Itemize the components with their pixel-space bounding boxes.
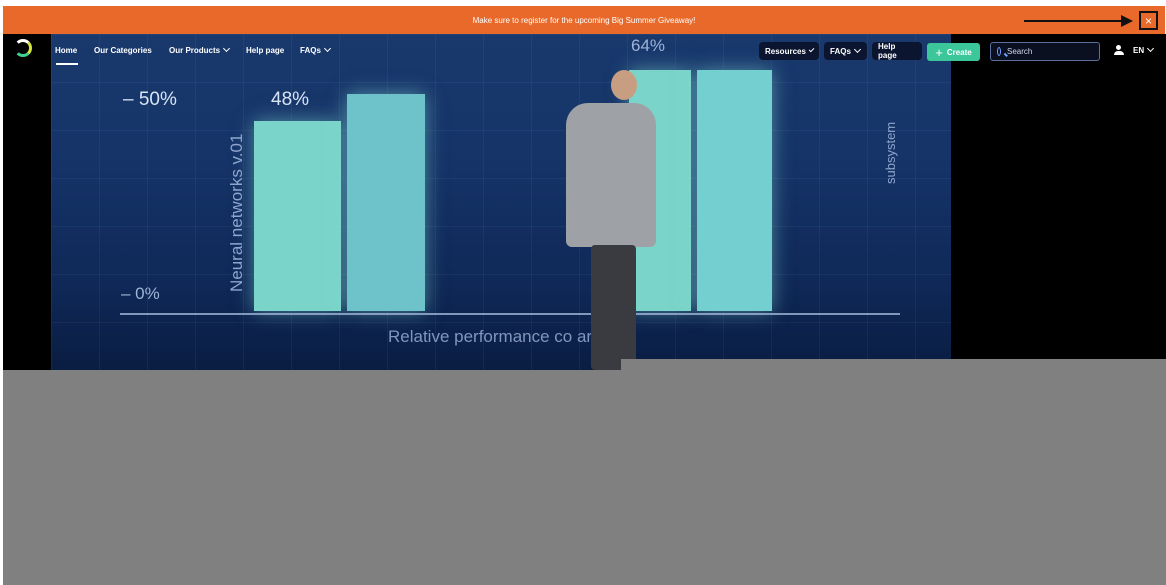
chevron-down-icon [323,44,331,53]
screen-bar [347,94,425,311]
screen-caption: Relative performance co aris [388,327,605,346]
presenter-legs [591,245,636,370]
screen-vertical-label-left: Neural networks v.01 [227,133,246,292]
top-navigation: Home Our Categories Our Products Help pa… [3,36,1166,70]
nav-item-faqs[interactable]: FAQs [300,44,331,55]
nav-item-our-products[interactable]: Our Products [169,44,231,55]
active-nav-underline [56,63,78,65]
chevron-down-icon [853,45,861,53]
nav-item-help-page-right[interactable]: Help page [872,42,922,60]
hero-background-image [51,34,951,370]
search-icon [997,47,1001,56]
screen-bar [697,70,772,311]
nav-item-faqs-right[interactable]: FAQs [824,42,867,60]
create-button[interactable]: + Create [927,43,980,61]
ring-logo-icon[interactable] [14,39,32,57]
nav-item-help-page[interactable]: Help page [246,46,284,55]
nav-item-label: Our Products [169,46,221,55]
chevron-down-icon [1147,44,1155,53]
language-label: EN [1133,46,1145,55]
close-icon: × [1144,13,1152,28]
presenter-body [566,103,656,247]
language-selector[interactable]: EN [1133,44,1155,55]
hero-section: – 50% 48% 64% – 0% Neural networks v.01 … [3,34,1166,370]
chevron-down-icon [808,46,815,52]
nav-item-label: Resources [765,46,806,56]
nav-item-home[interactable]: Home [55,46,77,55]
close-banner-button[interactable]: × [1139,11,1158,30]
arrow-indicator-shaft [1024,20,1124,22]
screen-vertical-label-right: subsystem [883,121,898,184]
nav-item-resources[interactable]: Resources [759,42,819,60]
nav-item-our-categories[interactable]: Our Categories [94,46,152,55]
screen-label-48: 48% [271,89,310,110]
screen-label-0: – 0% [121,284,160,303]
arrow-indicator-head [1121,15,1133,27]
search-box[interactable] [990,42,1100,61]
nav-item-label: FAQs [300,46,321,55]
chevron-down-icon [223,44,231,53]
nav-item-label: FAQs [830,46,851,56]
screen-grid [51,34,951,370]
create-label: Create [946,47,972,57]
user-icon[interactable] [1114,45,1124,57]
presenter-head [611,70,637,100]
nav-item-label: Help page [878,42,897,60]
plus-icon: + [935,44,943,60]
screen-bar-48 [254,121,341,311]
banner-message: Make sure to register for the upcoming B… [472,15,696,25]
search-input[interactable] [1005,46,1099,57]
content-placeholder [3,370,1166,585]
announcement-banner: Make sure to register for the upcoming B… [3,6,1165,34]
screen-label-50: – 50% [123,89,177,110]
screen-axis-line [120,313,900,315]
